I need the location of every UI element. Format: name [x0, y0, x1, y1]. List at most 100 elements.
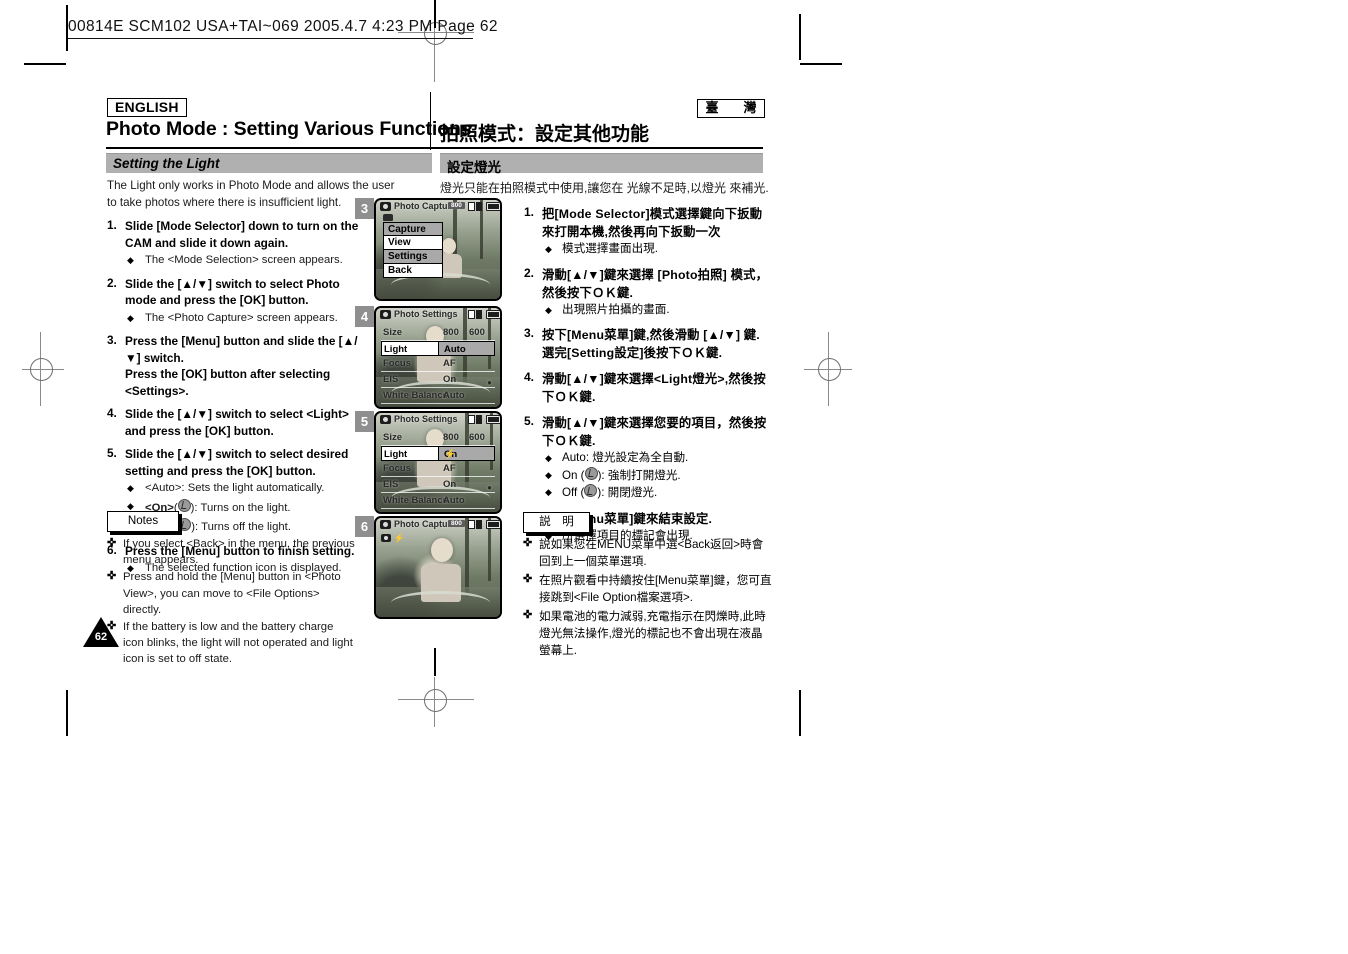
- language-tag-taiwan: 臺 灣: [697, 99, 765, 118]
- step-text: Slide [Mode Selector] down to turn on th…: [125, 219, 359, 250]
- section-heading-english-label: Setting the Light: [113, 156, 220, 171]
- note-text: If the battery is low and the battery ch…: [123, 621, 353, 666]
- settings-value: Auto: [443, 495, 465, 506]
- note-bullet-icon: ✜: [523, 537, 533, 549]
- settings-row-light[interactable]: Light On ⚡: [381, 446, 495, 461]
- step-subitem: ◆ <Auto>: Sets the light automatically.: [125, 481, 359, 497]
- menu-item-settings[interactable]: Settings: [383, 250, 443, 264]
- page-number: 62: [94, 631, 108, 643]
- lcd-status-bar: Photo Settings: [376, 413, 500, 427]
- note-item: ✜ 在照片觀看中持續按住[Menu菜單]鍵，您可直接跳到<File Option…: [523, 572, 773, 606]
- step-subitem-text: The <Mode Selection> screen appears.: [145, 254, 343, 266]
- step-item: 2. 滑動[▲/▼]鍵來選擇 [Photo拍照] 模式，然後按下ＯＫ鍵. ◆ 出…: [524, 266, 774, 319]
- settings-row-focus[interactable]: Focus AF: [381, 461, 495, 477]
- screenshot-index: 4: [355, 306, 374, 327]
- settings-label: White Balance: [383, 495, 448, 506]
- screenshot-index: 5: [355, 411, 374, 432]
- step-number: 3.: [107, 333, 117, 347]
- lcd-screen: Photo Capture 800 Capture View Settings …: [374, 198, 502, 301]
- intro-paragraph-chinese: 燈光只能在拍照模式中使用,讓您在 光線不足時,以燈光 來補光.: [440, 181, 769, 195]
- step-item: 3. Press the [Menu] button and slide the…: [107, 333, 359, 399]
- menu-item-view[interactable]: View: [383, 236, 443, 250]
- settings-list: Size 800 600 Light On ⚡ Focus AF EIS On …: [381, 430, 495, 509]
- page-number-badge: 62: [83, 617, 119, 647]
- settings-row-white-balance[interactable]: White Balance Auto: [381, 493, 495, 509]
- step-number: 4.: [524, 370, 535, 384]
- settings-label: Focus: [383, 463, 411, 474]
- menu-item-capture[interactable]: Capture: [383, 222, 443, 236]
- step-number: 4.: [107, 406, 117, 420]
- manual-page: ENGLISH 臺 灣 Photo Mode : Setting Various…: [0, 0, 1348, 954]
- steps-list-chinese: 1. 把[Mode Selector]模式選擇鍵向下扳動來打開本機,然後再向下扳…: [524, 205, 774, 552]
- settings-row-white-balance[interactable]: White Balance Auto: [381, 388, 495, 404]
- step-subitem: ◆ 模式選擇畫面出現.: [542, 241, 774, 258]
- lcd-title: Photo Settings: [394, 309, 458, 319]
- settings-row-light[interactable]: Light Auto: [381, 341, 495, 356]
- lcd-title: Photo Settings: [394, 414, 458, 424]
- settings-row-size[interactable]: Size 800 600: [381, 430, 495, 446]
- title-underline: [106, 147, 763, 149]
- step-text: 滑動[▲/▼]鍵來選擇 [Photo拍照] 模式，然後按下ＯＫ鍵.: [542, 267, 769, 300]
- note-text: If you select <Back> in the menu, the pr…: [123, 538, 355, 567]
- diamond-bullet-icon: ◆: [545, 487, 552, 497]
- step-subitem: ◆ Off (): 開閉燈光.: [542, 484, 774, 502]
- settings-row-eis[interactable]: EIS On ●: [381, 372, 495, 388]
- page-title-english: Photo Mode : Setting Various Functions: [106, 118, 472, 140]
- step-item: 4. 滑動[▲/▼]鍵來選擇<Light燈光>,然後按下ＯＫ鍵.: [524, 370, 774, 406]
- settings-value-2: 600: [469, 327, 485, 338]
- step-text-secondary: Press the [OK] button after selecting <S…: [125, 367, 331, 398]
- settings-row-size[interactable]: Size 800 600: [381, 325, 495, 341]
- settings-value: 800: [443, 327, 459, 338]
- camera-mode-icon: [380, 310, 391, 319]
- step-item: 3. 按下[Menu菜單]鍵,然後滑動 [▲/▼] 鍵. 選完[Setting設…: [524, 326, 774, 362]
- diamond-bullet-icon: ◆: [127, 483, 134, 493]
- battery-icon: [486, 520, 500, 529]
- step-text-secondary: 選完[Setting設定]後按下ＯＫ鍵.: [542, 346, 723, 360]
- lcd-title: Photo Capture: [394, 201, 456, 211]
- step-subitem: ◆ 出現照片拍攝的畫面.: [542, 302, 774, 319]
- step-subitem-text: Off (): 開閉燈光.: [562, 484, 658, 499]
- note-bullet-icon: ✜: [107, 537, 117, 549]
- screenshot-index: 3: [355, 198, 374, 219]
- settings-label: Light: [384, 449, 408, 460]
- lcd-status-bar: Photo Capture 800: [376, 518, 500, 532]
- step-item: 2. Slide the [▲/▼] switch to select Phot…: [107, 276, 359, 327]
- note-item: ✜ Press and hold the [Menu] button in <P…: [107, 569, 357, 618]
- lcd-screen: Photo Settings Size 800 600 Light Auto F…: [374, 306, 502, 409]
- note-item: ✜ 説如果您在MENU菜單中選<Back返回>時會回到上一個菜單選項.: [523, 536, 773, 570]
- battery-icon: [486, 202, 500, 211]
- step-text: 把[Mode Selector]模式選擇鍵向下扳動來打開本機,然後再向下扳動一次: [542, 207, 763, 239]
- light-on-icon: [584, 466, 598, 480]
- notes-label-english: Notes: [107, 511, 179, 532]
- step-number: 5.: [524, 414, 535, 428]
- lcd-status-bar: Photo Settings: [376, 308, 500, 322]
- step-text: Slide the [▲/▼] switch to select desired…: [125, 447, 349, 478]
- light-off-icon: [178, 518, 192, 531]
- flash-bolt-icon: ⚡: [444, 449, 456, 460]
- note-bullet-icon: ✜: [107, 570, 117, 583]
- step-text: Slide the [▲/▼] switch to select Photo m…: [125, 276, 340, 308]
- step-item: 4. Slide the [▲/▼] switch to select <Lig…: [107, 406, 359, 439]
- step-item: 1. Slide [Mode Selector] down to turn on…: [107, 218, 359, 269]
- section-heading-chinese-label: 設定燈光: [447, 160, 501, 175]
- step-text: 滑動[▲/▼]鍵來選擇您要的項目，然後按下ＯＫ鍵.: [542, 416, 767, 448]
- menu-item-back[interactable]: Back: [383, 264, 443, 278]
- step-subitem-text: <Auto>: Sets the light automatically.: [145, 482, 325, 494]
- settings-value: Auto: [444, 344, 466, 355]
- settings-value-highlight: On ⚡: [438, 447, 494, 460]
- note-text: 如果電池的電力減弱,充電指示在閃爍時,此時燈光無法操作,燈光的標記也不會出現在液…: [539, 610, 766, 657]
- settings-value: On: [443, 479, 457, 490]
- lcd-status-bar: Photo Capture 800: [376, 200, 500, 214]
- step-subitem-text: Auto: 燈光設定為全自動.: [562, 451, 689, 464]
- battery-icon: [486, 310, 500, 319]
- diamond-bullet-icon: ◆: [545, 469, 552, 480]
- notes-label-chinese: 説 明: [523, 512, 590, 533]
- note-item: ✜ If you select <Back> in the menu, the …: [107, 536, 357, 568]
- step-text: Press the [Menu] button and slide the [▲…: [125, 334, 358, 365]
- settings-value: Auto: [443, 390, 465, 401]
- settings-value-2: 600: [469, 432, 485, 443]
- settings-row-focus[interactable]: Focus AF: [381, 356, 495, 372]
- photo-mode-small-icon: [381, 534, 391, 542]
- settings-row-eis[interactable]: EIS On ●: [381, 477, 495, 493]
- step-subitem-text: The <Photo Capture> screen appears.: [145, 311, 338, 324]
